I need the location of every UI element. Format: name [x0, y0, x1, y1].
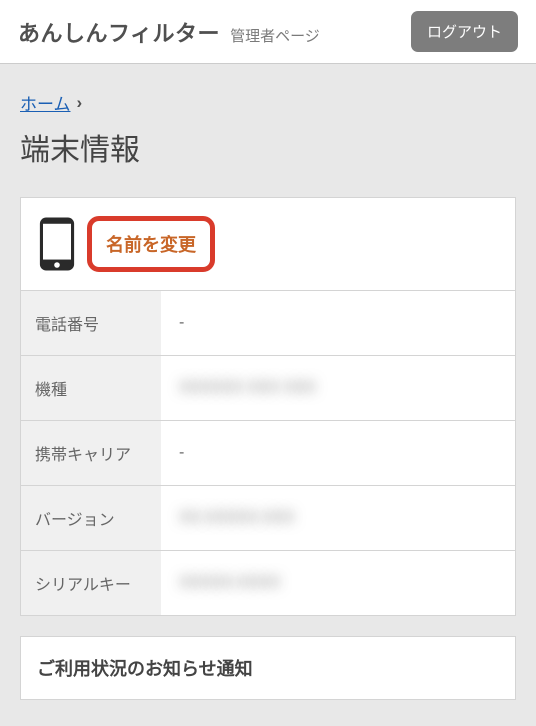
rename-highlight: 名前を変更	[87, 216, 215, 272]
device-info-card: 名前を変更 電話番号-機種XXXXXX XXX XXX携帯キャリア-バージョンX…	[20, 197, 516, 616]
info-label: 機種	[21, 356, 161, 420]
info-label: 携帯キャリア	[21, 421, 161, 485]
info-row: 携帯キャリア-	[21, 421, 515, 486]
phone-icon	[37, 216, 77, 272]
device-header: 名前を変更	[21, 198, 515, 291]
info-row: 機種XXXXXX XXX XXX	[21, 356, 515, 421]
page-title: 端末情報	[20, 125, 516, 169]
info-value: XXXXX-XXXX	[161, 551, 515, 615]
info-value: -	[161, 421, 515, 485]
app-header: あんしんフィルター 管理者ページ ログアウト	[0, 0, 536, 64]
breadcrumb-separator: ›	[77, 93, 83, 113]
info-row: 電話番号-	[21, 291, 515, 356]
info-value: XX.XXXXX.XXX	[161, 486, 515, 550]
brand-subtitle: 管理者ページ	[230, 25, 320, 46]
info-row: バージョンXX.XXXXX.XXX	[21, 486, 515, 551]
info-label: バージョン	[21, 486, 161, 550]
info-value: -	[161, 291, 515, 355]
info-value: XXXXXX XXX XXX	[161, 356, 515, 420]
brand-logo: あんしんフィルター	[18, 16, 220, 48]
info-label: シリアルキー	[21, 551, 161, 615]
breadcrumb-home-link[interactable]: ホーム	[20, 90, 71, 115]
info-label: 電話番号	[21, 291, 161, 355]
logout-button[interactable]: ログアウト	[411, 11, 518, 52]
brand: あんしんフィルター 管理者ページ	[18, 16, 320, 48]
info-row: シリアルキーXXXXX-XXXX	[21, 551, 515, 615]
content: ホーム › 端末情報 名前を変更 電話番号-機種XXXXXX XXX XXX携帯…	[0, 64, 536, 726]
breadcrumb: ホーム ›	[20, 90, 516, 115]
notice-card: ご利用状況のお知らせ通知	[20, 636, 516, 700]
notice-title: ご利用状況のお知らせ通知	[37, 659, 253, 679]
rename-link[interactable]: 名前を変更	[106, 231, 196, 257]
